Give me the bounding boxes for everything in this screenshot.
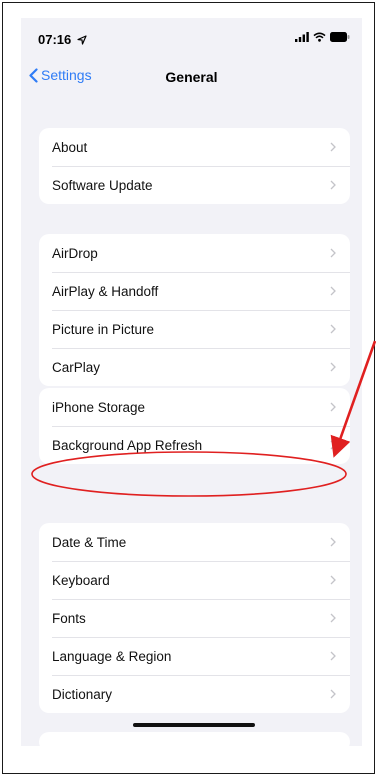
row-label: Dictionary [52, 686, 113, 702]
status-bar: 07:16 [21, 18, 362, 58]
row-label: Background App Refresh [52, 437, 203, 453]
settings-row-carplay[interactable]: CarPlay [39, 348, 350, 386]
chevron-right-icon [330, 651, 336, 661]
chevron-right-icon [330, 248, 336, 258]
settings-row-fonts[interactable]: Fonts [39, 599, 350, 637]
settings-row-dictionary[interactable]: Dictionary [39, 675, 350, 713]
settings-row-keyboard[interactable]: Keyboard [39, 561, 350, 599]
settings-group-about: About Software Update [39, 128, 350, 204]
row-label: Language & Region [52, 648, 172, 664]
settings-group-storage: iPhone Storage Background App Refresh [39, 388, 350, 464]
page-title: General [165, 69, 218, 85]
settings-row-date-time[interactable]: Date & Time [39, 523, 350, 561]
row-label: Keyboard [52, 572, 110, 588]
battery-icon [330, 32, 350, 42]
row-label: iPhone Storage [52, 399, 146, 415]
row-label: AirDrop [52, 245, 98, 261]
settings-row-airdrop[interactable]: AirDrop [39, 234, 350, 272]
settings-group-connectivity: AirDrop AirPlay & Handoff Picture in Pic… [39, 234, 350, 386]
status-time: 07:16 [38, 32, 87, 47]
home-indicator[interactable] [133, 723, 255, 727]
settings-row-airplay-handoff[interactable]: AirPlay & Handoff [39, 272, 350, 310]
row-label: Fonts [52, 610, 86, 626]
row-label: Date & Time [52, 534, 127, 550]
location-arrow-icon [77, 35, 87, 45]
chevron-right-icon [330, 142, 336, 152]
row-label: Picture in Picture [52, 321, 155, 337]
status-time-text: 07:16 [38, 32, 72, 47]
wifi-icon [313, 32, 326, 42]
chevron-right-icon [330, 286, 336, 296]
settings-row-language-region[interactable]: Language & Region [39, 637, 350, 675]
chevron-right-icon [330, 180, 336, 190]
row-label: CarPlay [52, 359, 101, 375]
settings-row-iphone-storage[interactable]: iPhone Storage [39, 388, 350, 426]
chevron-right-icon [330, 362, 336, 372]
row-label: AirPlay & Handoff [52, 283, 159, 299]
chevron-right-icon [330, 689, 336, 699]
phone-screen: 07:16 Settings General About Software Up… [21, 18, 362, 746]
chevron-right-icon [330, 537, 336, 547]
row-label: Software Update [52, 177, 153, 193]
settings-row-picture-in-picture[interactable]: Picture in Picture [39, 310, 350, 348]
status-icons [295, 32, 350, 42]
screenshot-frame: 07:16 Settings General About Software Up… [2, 2, 376, 774]
settings-group-next [39, 732, 350, 746]
navigation-bar: Settings General [21, 58, 362, 102]
cellular-signal-icon [295, 32, 309, 42]
settings-row-about[interactable]: About [39, 128, 350, 166]
chevron-right-icon [330, 440, 336, 450]
row-label: About [52, 139, 88, 155]
chevron-right-icon [330, 613, 336, 623]
chevron-right-icon [330, 402, 336, 412]
settings-row-background-app-refresh[interactable]: Background App Refresh [39, 426, 350, 464]
chevron-right-icon [330, 324, 336, 334]
chevron-right-icon [330, 575, 336, 585]
settings-group-locale: Date & Time Keyboard Fonts Language & Re… [39, 523, 350, 713]
settings-row-software-update[interactable]: Software Update [39, 166, 350, 204]
